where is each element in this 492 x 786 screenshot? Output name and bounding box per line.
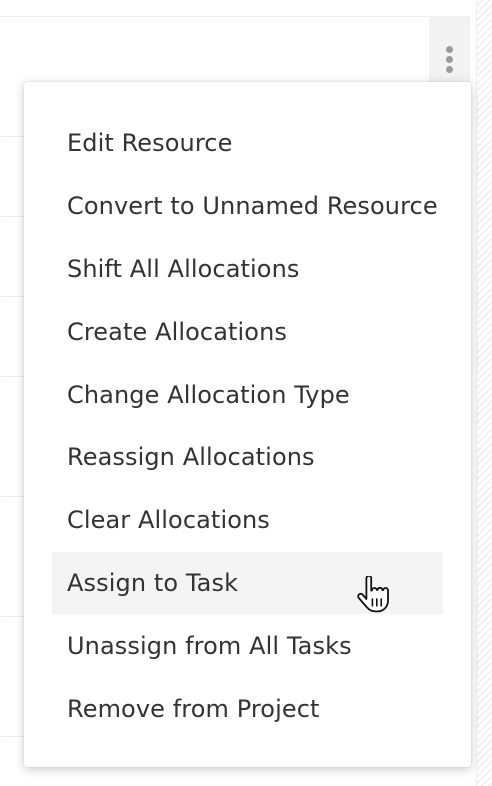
menu-item-create-allocations[interactable]: Create Allocations [52,300,443,363]
menu-item-change-allocation-type[interactable]: Change Allocation Type [52,363,443,426]
grid-row-divider [0,16,470,17]
more-vertical-icon-dot [446,66,453,73]
hand-pointer-cursor-icon [357,576,389,613]
scrollbar[interactable] [476,0,492,786]
menu-item-clear-allocations[interactable]: Clear Allocations [52,489,443,552]
resource-context-menu: Edit Resource Convert to Unnamed Resourc… [24,82,471,767]
menu-item-shift-all-allocations[interactable]: Shift All Allocations [52,238,443,301]
more-actions-button[interactable] [429,17,470,83]
more-vertical-icon [446,46,453,53]
menu-item-remove-from-project[interactable]: Remove from Project [52,677,443,740]
app-viewport: Edit Resource Convert to Unnamed Resourc… [0,0,492,786]
menu-item-unassign-from-all-tasks[interactable]: Unassign from All Tasks [52,614,443,677]
menu-item-edit-resource[interactable]: Edit Resource [52,112,443,175]
more-vertical-icon-dot [446,56,453,63]
menu-item-reassign-allocations[interactable]: Reassign Allocations [52,426,443,489]
menu-item-convert-to-unnamed-resource[interactable]: Convert to Unnamed Resource [52,175,443,238]
